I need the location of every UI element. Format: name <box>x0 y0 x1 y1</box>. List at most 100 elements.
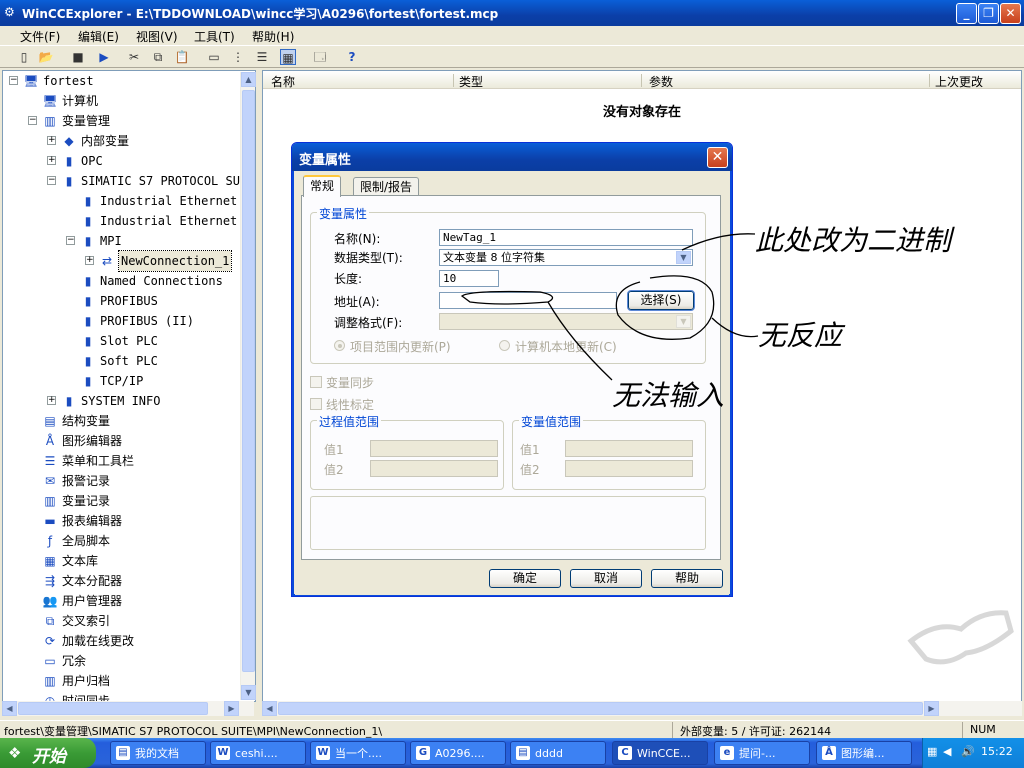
col-name[interactable]: 名称 <box>271 73 295 90</box>
scroll-left-icon[interactable]: ◀ <box>2 701 17 716</box>
tree-item[interactable]: ▮ TCP/IP <box>3 371 253 391</box>
linear-scaling-checkbox[interactable] <box>310 398 322 410</box>
tree-item[interactable]: ▤ 结构变量 <box>3 411 253 431</box>
scroll-right-icon[interactable]: ▶ <box>224 701 239 716</box>
tree-item[interactable]: ▮ PROFIBUS (II) <box>3 311 253 331</box>
minimize-button[interactable]: _ <box>956 3 977 24</box>
restore-button[interactable]: ❐ <box>978 3 999 24</box>
radio-project-update[interactable] <box>334 340 345 351</box>
list-horizontal-scrollbar[interactable]: ◀ ▶ <box>262 701 1022 716</box>
expand-icon[interactable]: + <box>85 256 94 265</box>
tree-item[interactable]: ƒ 全局脚本 <box>3 531 253 551</box>
tree-item[interactable]: ▥ 变量记录 <box>3 491 253 511</box>
tree-item[interactable]: ▮ Soft PLC <box>3 351 253 371</box>
new-icon[interactable]: ▯ <box>16 49 32 65</box>
taskbar-button[interactable]: ▤ 我的文档 <box>110 741 206 765</box>
process-value1-input[interactable] <box>370 440 498 457</box>
radio-computer-update[interactable] <box>499 340 510 351</box>
stop-icon[interactable]: ■ <box>70 49 86 65</box>
tree-item[interactable]: ▦ 文本库 <box>3 551 253 571</box>
tray-expand-icon[interactable]: ◀ <box>943 745 951 758</box>
tree-hscroll-thumb[interactable] <box>18 702 208 715</box>
tree-item[interactable]: ▬ 报表编辑器 <box>3 511 253 531</box>
tree-item[interactable]: ☰ 菜单和工具栏 <box>3 451 253 471</box>
details-view-icon[interactable]: ▦ <box>280 49 296 65</box>
tree-vscroll-thumb[interactable] <box>242 90 255 672</box>
tree-item[interactable]: 🖥 计算机 <box>3 91 253 111</box>
help-icon[interactable]: ? <box>344 49 360 65</box>
tree-item[interactable]: ✉ 报警记录 <box>3 471 253 491</box>
start-button[interactable]: ❖ 开始 <box>0 738 96 768</box>
activate-icon[interactable]: ▶ <box>96 49 112 65</box>
menu-edit[interactable]: 编辑(E) <box>78 28 119 45</box>
cut-icon[interactable]: ✂ <box>126 49 142 65</box>
tree-item[interactable]: + ▮ SYSTEM INFO <box>3 391 253 411</box>
taskbar-button[interactable]: G A0296.... <box>410 741 506 765</box>
paste-icon[interactable]: 📋 <box>174 49 190 65</box>
list-scroll-left-icon[interactable]: ◀ <box>262 701 277 716</box>
tab-limits[interactable]: 限制/报告 <box>353 177 420 197</box>
list-scroll-right-icon[interactable]: ▶ <box>924 701 939 716</box>
properties-icon[interactable]: 🗔 <box>312 49 328 65</box>
menu-view[interactable]: 视图(V) <box>136 28 178 45</box>
volume-icon[interactable]: 🔊 <box>961 745 975 758</box>
tree-horizontal-scrollbar[interactable]: ◀ ▶ <box>2 701 254 716</box>
format-select[interactable]: ▼ <box>439 313 693 330</box>
ok-button[interactable]: 确定 <box>489 569 561 588</box>
dialog-close-button[interactable]: ✕ <box>707 147 728 168</box>
large-icons-icon[interactable]: ▭ <box>206 49 222 65</box>
tree-item[interactable]: ▮ Industrial Ethernet <box>3 191 253 211</box>
sync-checkbox[interactable] <box>310 376 322 388</box>
chevron-down-icon[interactable]: ▼ <box>676 251 691 264</box>
tree-item[interactable]: ▥ 用户归档 <box>3 671 253 691</box>
tree-item[interactable]: + ▮ OPC <box>3 151 253 171</box>
address-input[interactable] <box>439 292 617 309</box>
select-address-button[interactable]: 选择(S) <box>627 290 695 311</box>
tree-item[interactable]: − ▮ SIMATIC S7 PROTOCOL SUITE <box>3 171 255 191</box>
tree-item[interactable]: ▮ Industrial Ethernet (I <box>3 211 255 231</box>
tag-value1-input[interactable] <box>565 440 693 457</box>
scroll-down-icon[interactable]: ▼ <box>241 685 256 700</box>
menu-help[interactable]: 帮助(H) <box>252 28 294 45</box>
tree-item[interactable]: 👥 用户管理器 <box>3 591 253 611</box>
length-input[interactable]: 10 <box>439 270 499 287</box>
col-last-changed[interactable]: 上次更改 <box>935 73 983 90</box>
tree-vertical-scrollbar[interactable]: ▲ ▼ <box>240 72 256 700</box>
tree-item[interactable]: ▮ Slot PLC <box>3 331 253 351</box>
name-input[interactable]: NewTag_1 <box>439 229 693 246</box>
tag-value2-input[interactable] <box>565 460 693 477</box>
tree-item[interactable]: ⧉ 交叉索引 <box>3 611 253 631</box>
taskbar-button[interactable]: ▤ dddd <box>510 741 606 765</box>
open-icon[interactable]: 📂 <box>38 49 54 65</box>
menu-file[interactable]: 文件(F) <box>20 28 60 45</box>
col-type[interactable]: 类型 <box>459 73 483 90</box>
tree-item[interactable]: ⟳ 加载在线更改 <box>3 631 253 651</box>
tree-item[interactable]: ▮ PROFIBUS <box>3 291 253 311</box>
tree-item[interactable]: + ◆ 内部变量 <box>3 131 253 151</box>
keyboard-icon[interactable]: ▦ <box>927 745 937 758</box>
scroll-up-icon[interactable]: ▲ <box>241 72 256 87</box>
list-hscroll-thumb[interactable] <box>278 702 923 715</box>
format-chevron-down-icon[interactable]: ▼ <box>676 315 691 328</box>
copy-icon[interactable]: ⧉ <box>150 49 166 65</box>
tree-item[interactable]: ⇶ 文本分配器 <box>3 571 253 591</box>
expand-icon[interactable]: + <box>47 156 56 165</box>
collapse-icon[interactable]: − <box>66 236 75 245</box>
tree-item[interactable]: ▮ Named Connections <box>3 271 253 291</box>
menu-tools[interactable]: 工具(T) <box>194 28 235 45</box>
collapse-icon[interactable]: − <box>47 176 56 185</box>
taskbar-button[interactable]: Å 图形编... <box>816 741 912 765</box>
tree-item[interactable]: ▭ 冗余 <box>3 651 253 671</box>
taskbar-button[interactable]: e 提问-... <box>714 741 810 765</box>
tree-item[interactable]: Å 图形编辑器 <box>3 431 253 451</box>
close-button[interactable]: ✕ <box>1000 3 1021 24</box>
datatype-select[interactable]: 文本变量 8 位字符集 ▼ <box>439 249 693 266</box>
taskbar-button[interactable]: C WinCCE... <box>612 741 708 765</box>
expand-icon[interactable]: + <box>47 396 56 405</box>
cancel-button[interactable]: 取消 <box>570 569 642 588</box>
tree-item[interactable]: − ▥ 变量管理 <box>3 111 253 131</box>
collapse-icon[interactable]: − <box>9 76 18 85</box>
tree-item[interactable]: + ⇄ NewConnection_1 <box>3 250 253 272</box>
process-value2-input[interactable] <box>370 460 498 477</box>
tab-general[interactable]: 常规 <box>303 175 342 197</box>
